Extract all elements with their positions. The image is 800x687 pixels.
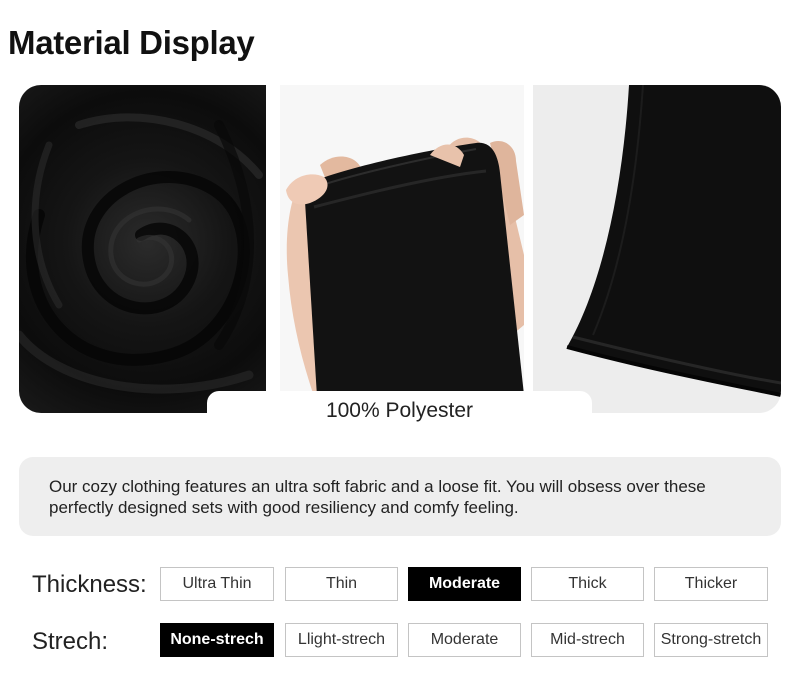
description-panel: Our cozy clothing features an ultra soft… — [19, 457, 781, 536]
page-title: Material Display — [8, 24, 255, 61]
material-label: 100% Polyester — [325, 399, 474, 422]
stretch-option-mid[interactable]: Mid-strech — [531, 623, 644, 657]
garment-hem-photo — [533, 85, 781, 413]
stretch-option-none[interactable]: None-strech — [160, 623, 274, 657]
stretch-option-light[interactable]: Llight-strech — [285, 623, 398, 657]
stretch-option-strong[interactable]: Strong-stretch — [654, 623, 768, 657]
thickness-option-thicker[interactable]: Thicker — [654, 567, 768, 601]
thickness-option-thin[interactable]: Thin — [285, 567, 398, 601]
stretch-option-moderate[interactable]: Moderate — [408, 623, 521, 657]
thickness-option-thick[interactable]: Thick — [531, 567, 644, 601]
material-caption: 100% Polyester — [207, 391, 592, 431]
thickness-option-ultra-thin[interactable]: Ultra Thin — [160, 567, 274, 601]
swirled-fabric-photo — [19, 85, 266, 413]
hand-stretching-fabric-photo — [280, 85, 524, 413]
stretch-label: Strech: — [32, 628, 109, 655]
description-text: Our cozy clothing features an ultra soft… — [49, 477, 706, 517]
thickness-option-moderate[interactable]: Moderate — [408, 567, 521, 601]
material-photo-gallery — [19, 85, 781, 413]
thickness-label: Thickness: — [32, 571, 147, 598]
